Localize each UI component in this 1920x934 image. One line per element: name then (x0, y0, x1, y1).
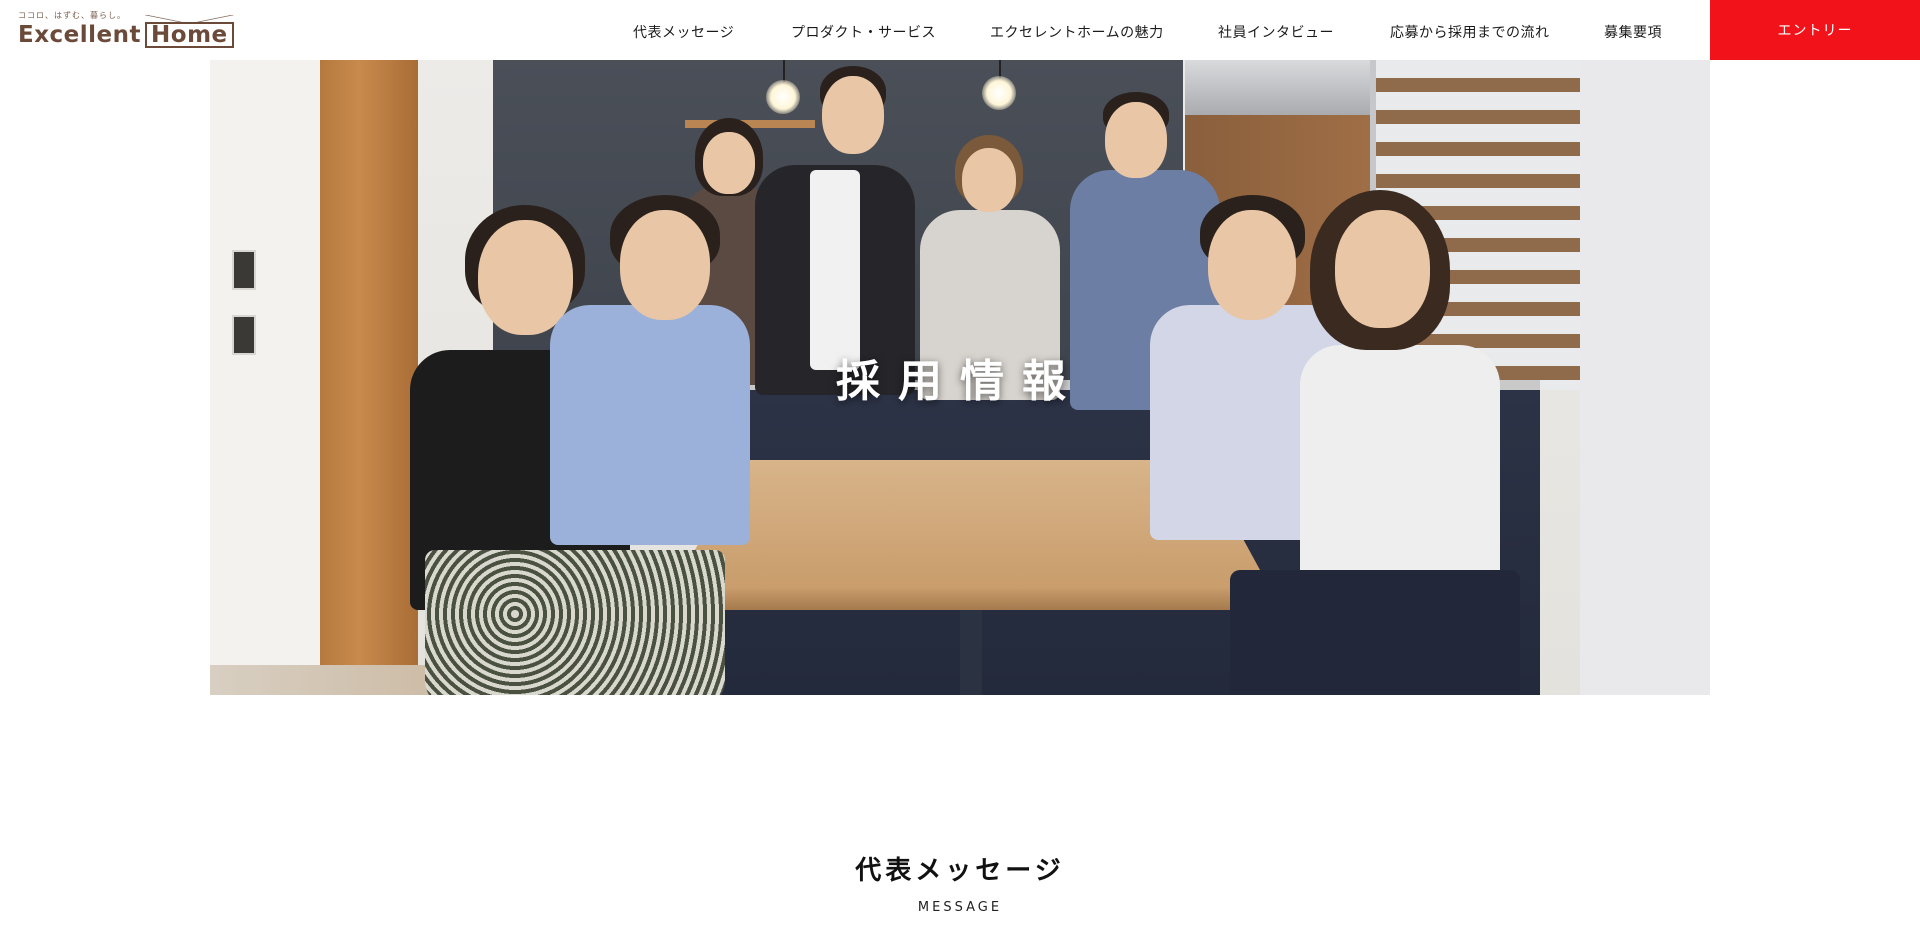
logo-tagline: ココロ、はずむ、暮らし。 (18, 11, 126, 20)
site-header: ココロ、はずむ、暮らし。 Excellent Home 代表メッセージ プロダクト… (0, 0, 1920, 60)
entry-button[interactable]: エントリー (1710, 0, 1920, 60)
nav-item-interview[interactable]: 社員インタビュー (1218, 22, 1334, 42)
section-title: 代表メッセージ (855, 856, 1065, 886)
pendant-lamp-icon (982, 76, 1016, 110)
hero-title: 採用情報 (836, 356, 1084, 407)
site-logo[interactable]: ココロ、はずむ、暮らし。 Excellent Home (18, 10, 234, 50)
nav-item-flow[interactable]: 応募から採用までの流れ (1390, 22, 1550, 42)
nav-item-products[interactable]: プロダクト・サービス (791, 22, 936, 42)
logo-word-excellent: Excellent (18, 22, 142, 48)
light-switch-icon (232, 250, 256, 290)
pendant-lamp-icon (766, 80, 800, 114)
nav-item-requirements[interactable]: 募集要項 (1604, 22, 1662, 42)
nav-item-message[interactable]: 代表メッセージ (633, 22, 734, 42)
logo-word-home: Home (145, 15, 234, 48)
hero-image: 採用情報 (210, 60, 1710, 695)
logo-wordmark: Excellent Home (18, 15, 234, 48)
section-subtitle: MESSAGE (917, 900, 1003, 915)
nav-item-appeal[interactable]: エクセレントホームの魅力 (990, 22, 1164, 42)
